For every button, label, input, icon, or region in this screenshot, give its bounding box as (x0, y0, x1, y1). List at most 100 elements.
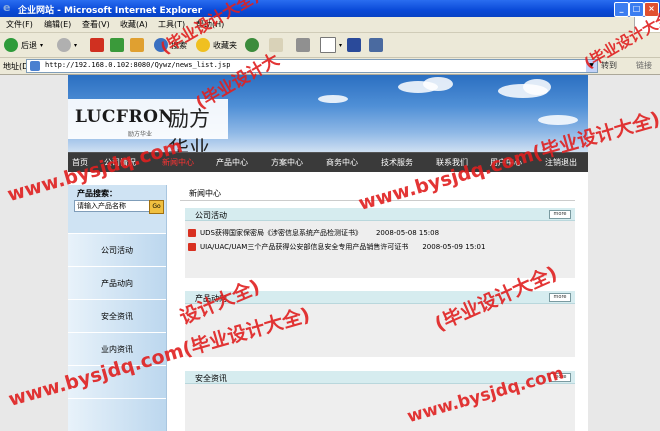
address-input[interactable]: http://192.168.0.102:8080/Qywz/news_list… (26, 59, 598, 73)
links-button[interactable]: 链接 (636, 60, 652, 71)
mail-button[interactable] (269, 36, 286, 54)
sidebar-item-industry-news[interactable]: 业内资讯 (68, 332, 166, 366)
nav-products[interactable]: 产品中心 (216, 157, 248, 168)
back-button[interactable]: 后退 ▾ (4, 36, 43, 54)
refresh-icon (110, 38, 124, 52)
print-icon (296, 38, 310, 52)
main-content: 新闻中心 公司活动 more UDS获得国家保密局《涉密信息系统产品检测证书》 2… (175, 185, 575, 431)
logo-english: LUCFRON (75, 107, 175, 127)
sidebar-item-company-activity[interactable]: 公司活动 (68, 233, 166, 267)
section-title: 公司活动 (195, 211, 227, 220)
menu-favorites[interactable]: 收藏(A) (120, 19, 148, 30)
chevron-down-icon: ▾ (40, 41, 44, 49)
nav-contact[interactable]: 联系我们 (436, 157, 468, 168)
nav-business[interactable]: 商务中心 (326, 157, 358, 168)
section-title: 安全资讯 (195, 374, 227, 383)
sidebar-item-label: 安全资讯 (101, 312, 133, 321)
sidebar-item-blank[interactable] (68, 365, 166, 399)
news-item[interactable]: UIA/UAC/UAM三个产品获得公安部信息安全专用产品销售许可证书 2008-0… (188, 242, 485, 252)
sidebar-item-security-news[interactable]: 安全资讯 (68, 299, 166, 333)
news-date: 2008-05-08 15:08 (375, 229, 440, 237)
forward-button[interactable]: ▾ (57, 36, 77, 54)
ie-icon: e (3, 1, 11, 14)
more-button[interactable]: more (549, 210, 571, 219)
close-button[interactable]: × (644, 2, 659, 17)
page-icon (30, 61, 40, 71)
history-icon (245, 38, 259, 52)
window-title: 企业网站 - Microsoft Internet Explorer (18, 6, 203, 16)
site-logo[interactable]: LUCFRON 励方华业 励方华业 (68, 99, 228, 152)
search-button[interactable]: 搜索 (154, 36, 187, 54)
news-item[interactable]: UDS获得国家保密局《涉密信息系统产品检测证书》 2008-05-08 15:08 (188, 228, 439, 238)
edit-icon (320, 37, 336, 53)
nav-logout[interactable]: 注销退出 (545, 157, 577, 168)
nav-company[interactable]: 公司情况 (104, 157, 136, 168)
logo-chinese: 励方华业 (168, 107, 210, 152)
favorites-label: 收藏夹 (213, 40, 237, 50)
edit-button[interactable]: ▾ (320, 36, 342, 54)
go-button[interactable]: 转到 (601, 60, 617, 71)
breadcrumb: 新闻中心 (189, 189, 221, 198)
refresh-button[interactable] (110, 36, 127, 54)
nav-home[interactable]: 首页 (72, 157, 88, 168)
divider (180, 200, 575, 201)
sidebar-item-product-trends[interactable]: 产品动向 (68, 266, 166, 300)
menu-help[interactable]: 帮助(H) (196, 19, 224, 30)
mail-icon (269, 38, 283, 52)
stop-icon (90, 38, 104, 52)
star-icon (196, 38, 210, 52)
chevron-down-icon: ▾ (74, 41, 78, 49)
more-button[interactable]: more (549, 293, 571, 302)
menu-edit[interactable]: 编辑(E) (44, 19, 71, 30)
nav-tech-service[interactable]: 技术服务 (381, 157, 413, 168)
menu-tools[interactable]: 工具(T) (158, 19, 185, 30)
sidebar-item-label: 公司活动 (101, 246, 133, 255)
back-label: 后退 (21, 40, 37, 50)
section-security-news: 安全资讯 more (185, 371, 575, 431)
web-page: LUCFRON 励方华业 励方华业 首页 公司情况 新闻中心 产品中心 方案中心… (68, 75, 588, 431)
section-header: 公司活动 more (185, 208, 575, 221)
menu-view[interactable]: 查看(V) (82, 19, 110, 30)
chevron-down-icon[interactable]: ▼ (586, 60, 597, 72)
messenger-icon (369, 38, 383, 52)
history-button[interactable] (245, 36, 262, 54)
product-search-input[interactable] (74, 200, 150, 212)
discuss-icon (347, 38, 361, 52)
search-go-button[interactable]: Go (149, 200, 164, 214)
bullet-icon (188, 243, 196, 251)
maximize-button[interactable]: □ (629, 2, 644, 17)
menu-bar: 文件(F) 编辑(E) 查看(V) 收藏(A) 工具(T) 帮助(H) (0, 17, 660, 33)
window-title-bar[interactable]: e 企业网站 - Microsoft Internet Explorer _ □… (0, 0, 660, 17)
home-icon (130, 38, 144, 52)
bullet-icon (188, 229, 196, 237)
nav-user-center[interactable]: 用户中心 (490, 157, 522, 168)
search-label: 搜索 (171, 40, 187, 50)
stop-button[interactable] (90, 36, 107, 54)
section-product-trends: 产品动向 more (185, 291, 575, 357)
section-header: 产品动向 more (185, 291, 575, 304)
print-button[interactable] (296, 36, 313, 54)
more-button[interactable]: more (549, 373, 571, 382)
menu-file[interactable]: 文件(F) (6, 19, 33, 30)
sidebar-item-label: 产品动向 (101, 279, 133, 288)
toolbar: 后退 ▾ ▾ 搜索 收藏夹 ▾ (0, 33, 660, 58)
sidebar: 产品搜索： Go 公司活动 产品动向 安全资讯 业内资讯 (68, 185, 167, 431)
address-url: http://192.168.0.102:8080/Qywz/news_list… (45, 61, 231, 69)
news-title: UDS获得国家保密局《涉密信息系统产品检测证书》 (200, 229, 362, 237)
sidebar-item-blank[interactable] (68, 398, 166, 431)
news-title: UIA/UAC/UAM三个产品获得公安部信息安全专用产品销售许可证书 (200, 243, 409, 251)
discuss-button[interactable] (347, 36, 364, 54)
site-banner: LUCFRON 励方华业 励方华业 (68, 75, 588, 152)
nav-solutions[interactable]: 方案中心 (271, 157, 303, 168)
minimize-button[interactable]: _ (614, 2, 629, 17)
forward-arrow-icon (57, 38, 71, 52)
messenger-button[interactable] (369, 36, 386, 54)
favorites-button[interactable]: 收藏夹 (196, 36, 237, 54)
main-nav: 首页 公司情况 新闻中心 产品中心 方案中心 商务中心 技术服务 联系我们 用户… (68, 152, 588, 172)
home-button[interactable] (130, 36, 147, 54)
back-arrow-icon (4, 38, 18, 52)
page-viewport: LUCFRON 励方华业 励方华业 首页 公司情况 新闻中心 产品中心 方案中心… (0, 75, 660, 431)
logo-subtitle: 励方华业 (128, 131, 153, 138)
chevron-down-icon: ▾ (339, 41, 343, 49)
nav-news[interactable]: 新闻中心 (162, 157, 194, 168)
